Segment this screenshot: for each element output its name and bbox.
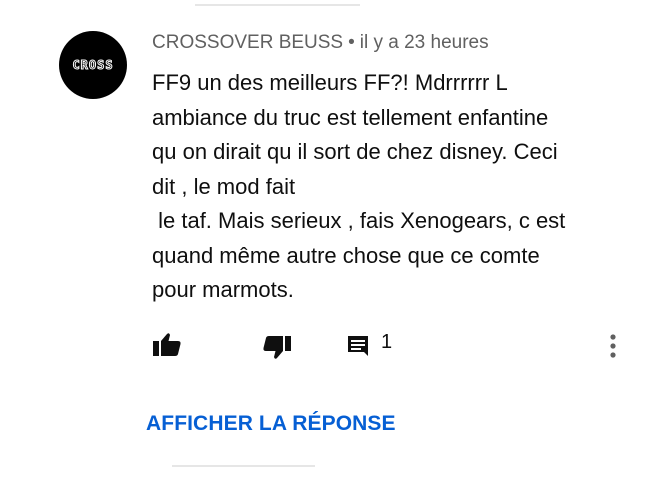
more-vertical-icon <box>610 334 616 358</box>
dislike-button[interactable] <box>260 333 294 363</box>
comment-line: pour marmots. <box>152 277 294 302</box>
reply-button[interactable] <box>343 331 373 361</box>
comment-line: ambiance du truc est tellement enfantine <box>152 104 549 130</box>
thumbs-up-icon <box>153 333 181 356</box>
comment-line: dit , le mod fait <box>152 173 296 199</box>
reply-count: 1 <box>381 331 393 353</box>
avatar[interactable]: CROSS <box>59 31 127 99</box>
divider-bottom <box>172 465 315 467</box>
thumbs-down-icon <box>263 336 291 359</box>
show-reply-button[interactable]: AFFICHER LA RÉPONSE <box>146 412 396 436</box>
comment-icon <box>348 336 368 356</box>
comment-actions: 1 <box>0 325 666 365</box>
more-actions-button[interactable] <box>600 329 626 363</box>
comment-timestamp[interactable]: il y a 23 heures <box>360 32 489 53</box>
comment-body: FF9 un des meilleurs FF?! Mdrrrrrr L amb… <box>152 66 642 308</box>
comment-line: qu on dirait qu il sort de chez disney. … <box>152 139 558 164</box>
comment-line: le taf. Mais serieux , fais Xenogears, c… <box>152 208 566 233</box>
like-button[interactable] <box>150 329 184 359</box>
comment-header: CROSSOVER BEUSS • il y a 23 heures <box>152 32 489 54</box>
comment-line: FF9 un des meilleurs FF?! Mdrrrrrr L <box>152 70 508 95</box>
meta-separator: • <box>348 32 355 53</box>
comment-thread: CROSS CROSSOVER BEUSS • il y a 23 heures F… <box>0 0 666 481</box>
divider-top <box>195 4 360 6</box>
avatar-label: CROSS <box>70 58 116 73</box>
author-name[interactable]: CROSSOVER BEUSS <box>152 32 343 53</box>
comment-line: quand même autre chose que ce comte <box>152 242 540 268</box>
